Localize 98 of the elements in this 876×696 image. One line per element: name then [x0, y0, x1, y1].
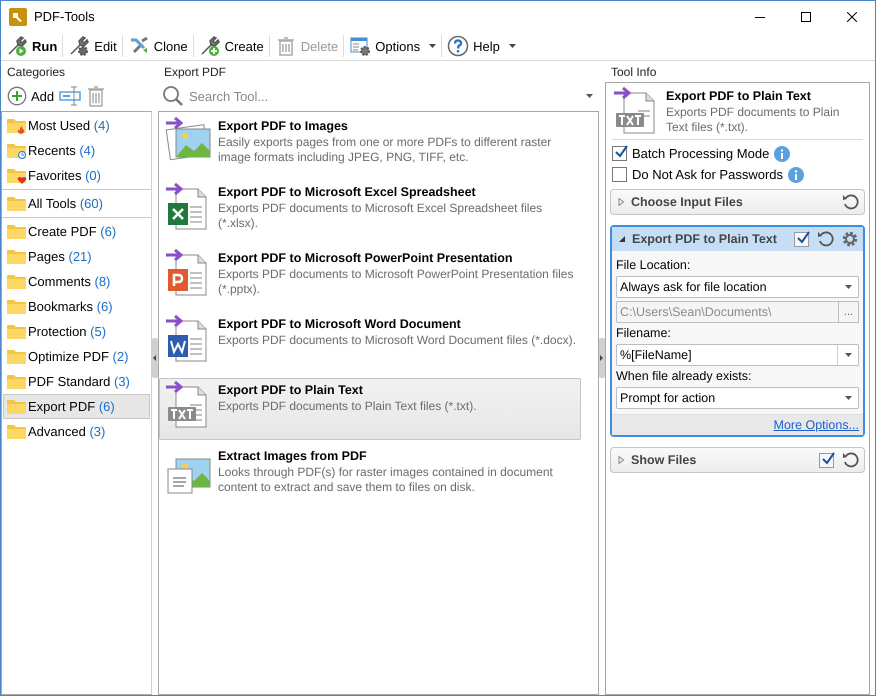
reset-icon[interactable] [842, 193, 860, 211]
section-title[interactable]: Show Files [631, 453, 696, 467]
caret-icon [845, 285, 852, 289]
category-item[interactable]: Comments (8) [3, 269, 150, 294]
category-item[interactable]: Most Used (4) [3, 113, 150, 138]
tool-item[interactable]: Extract Images from PDF Looks through PDF(s) for raster images contained in document content to extract and save them to files on disk. [159, 444, 581, 506]
settings-icon[interactable] [841, 230, 859, 248]
expander-icon[interactable] [618, 235, 626, 243]
toolbar-button[interactable]: Options [346, 33, 440, 59]
toolbar-button[interactable]: Run [3, 33, 60, 59]
toolbar-button[interactable]: Edit [65, 33, 120, 59]
checkbox[interactable] [612, 167, 627, 182]
category-item[interactable]: Recents (4) [3, 138, 150, 163]
close-icon [847, 12, 857, 22]
pane-heading: Categories [6, 64, 66, 81]
maximize-icon [801, 12, 811, 22]
folder-icon [7, 274, 27, 290]
wrench-gear-icon [68, 35, 90, 57]
caret-icon [586, 94, 593, 98]
category-item[interactable]: All Tools (60) [3, 191, 150, 216]
option-label: Batch Processing Mode [632, 146, 770, 161]
caret-icon [508, 44, 516, 48]
tool-title: Export PDF to Plain Text [218, 383, 364, 397]
tool-title: Extract Images from PDF [218, 449, 368, 463]
reset-icon[interactable] [817, 230, 835, 248]
tool-item[interactable]: Export PDF to Plain Text Exports PDF documents to Plain Text files (*.txt). [159, 378, 581, 440]
toolbar-button[interactable]: Create [196, 33, 267, 59]
tool-item[interactable]: Export PDF to Microsoft Word Document Exports PDF documents to Microsoft Word Document files (*.docx). [159, 312, 581, 374]
tool-title: Export PDF to Microsoft PowerPoint Presentation [218, 251, 514, 265]
folder-icon [7, 196, 27, 212]
tool-description: Exports PDF documents to Microsoft PowerPoint Presentation files (*.pptx). [218, 267, 574, 297]
settings-icon [349, 35, 372, 57]
folder-icon [7, 248, 27, 264]
folder-clock-icon [7, 142, 27, 158]
search-icon [162, 85, 184, 107]
toolbar-button[interactable]: Clone [124, 33, 191, 59]
field-label: Filename: [616, 326, 672, 340]
dropdown[interactable]: Prompt for action [616, 387, 859, 409]
section-title[interactable]: Choose Input Files [631, 195, 743, 209]
checkbox[interactable] [819, 452, 834, 468]
info-icon[interactable] [788, 166, 804, 182]
pane-heading: Export PDF [163, 64, 228, 81]
category-item[interactable]: Create PDF (6) [3, 219, 150, 244]
folder-flame-icon [7, 118, 27, 134]
tool-title: Export PDF to Microsoft Excel Spreadsheet [218, 185, 477, 199]
caret-icon [844, 353, 852, 357]
category-item[interactable]: PDF Standard (3) [3, 369, 150, 394]
category-item[interactable]: Export PDF (6) [3, 394, 150, 419]
folder-icon [7, 374, 27, 390]
tool-description: Exports PDF documents to Plain Text files (*.txt). [218, 399, 477, 414]
tool-title: Export PDF to Microsoft Word Document [218, 317, 462, 331]
info-icon[interactable] [774, 146, 790, 162]
caret-icon [845, 396, 852, 400]
help-icon [447, 35, 470, 57]
field-label: When file already exists: [616, 369, 752, 383]
tool-title: Export PDF to Images [218, 119, 349, 133]
folder-icon [7, 348, 27, 364]
folder-heart-icon [7, 168, 27, 184]
folder-icon [7, 424, 27, 440]
filename-combo-box[interactable]: %[FileName] [616, 344, 859, 366]
field-label: File Location: [616, 258, 692, 272]
tool-description: Looks through PDF(s) for raster images contained in document content to extract and save them to files on disk. [218, 465, 554, 495]
folder-icon [7, 224, 27, 240]
wrench-plus-icon [198, 35, 221, 57]
tool-title: Export PDF to Plain Text [666, 89, 812, 103]
folder-icon [7, 324, 27, 340]
category-item[interactable]: Bookmarks (6) [3, 294, 150, 319]
tool-item[interactable]: Export PDF to Microsoft Excel Spreadsheet Exports PDF documents to Microsoft Excel Spreadsheet files (*.xlsx). [159, 180, 581, 242]
toolbar-button[interactable]: Help [444, 33, 519, 59]
wrench-play-icon [6, 35, 28, 57]
folder-icon [7, 298, 27, 314]
add-icon [7, 86, 27, 106]
tool-description: Easily exports pages from one or more PDFs to different raster image formats including JPEG, PNG, TIFF, etc. [218, 135, 552, 165]
category-item[interactable]: Optimize PDF (2) [3, 344, 150, 369]
splitter-handle[interactable] [599, 338, 605, 378]
checkbox[interactable] [794, 232, 809, 246]
category-item[interactable]: Protection (5) [3, 319, 150, 344]
rename-icon[interactable] [59, 85, 84, 107]
option-label: Do Not Ask for Passwords [632, 167, 783, 182]
tool-item[interactable]: Export PDF to Images Easily exports pages from one or more PDFs to different raster image formats including JPEG, PNG, TIFF, etc. [159, 114, 581, 176]
tool-description: Exports PDF documents to Microsoft Word Document files (*.docx). [218, 333, 576, 348]
search-field[interactable]: Search Tool... [187, 88, 583, 104]
reset-icon[interactable] [842, 451, 860, 469]
checkbox[interactable] [612, 146, 627, 161]
category-item[interactable]: Pages (21) [3, 244, 150, 269]
add-button[interactable]: Add [5, 86, 56, 106]
tool-description: Exports PDF documents to Microsoft Excel Spreadsheet files (*.xlsx). [218, 201, 544, 231]
splitter-handle[interactable] [152, 338, 158, 378]
dropdown[interactable]: Always ask for file location [616, 276, 859, 298]
category-item[interactable]: Advanced (3) [3, 419, 150, 444]
folder-icon [7, 398, 27, 414]
pane-heading: Tool Info [610, 64, 658, 81]
app-logo-icon [9, 8, 27, 26]
tool-description: Exports PDF documents to Plain Text files (*.txt). [666, 105, 840, 135]
caret-icon [429, 44, 436, 48]
category-item[interactable]: Favorites (0) [3, 163, 150, 188]
window-title: PDF-Tools [34, 9, 95, 24]
tool-item[interactable]: Export PDF to Microsoft PowerPoint Presentation Exports PDF documents to Microsoft PowerPoint Presentation files (*.pptx). [159, 246, 581, 308]
